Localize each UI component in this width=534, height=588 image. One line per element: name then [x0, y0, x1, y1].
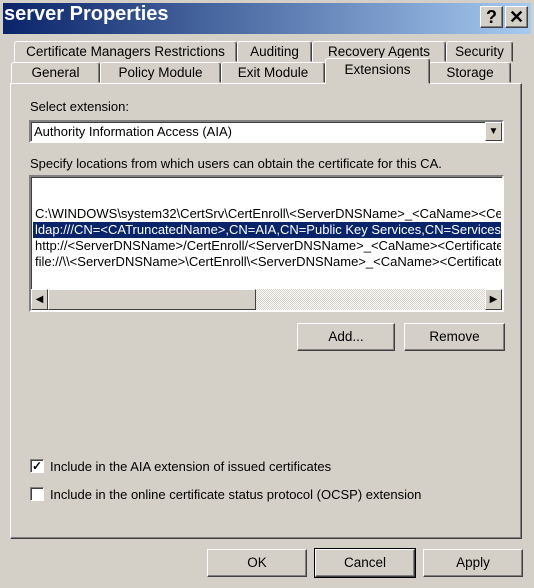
include-ocsp-checkbox[interactable] [30, 487, 44, 501]
tab-general[interactable]: General [11, 62, 100, 83]
ok-button[interactable]: OK [207, 549, 307, 577]
window-title: server Properties [4, 3, 169, 25]
description-text: Specify locations from which users can o… [30, 156, 442, 171]
close-button[interactable]: ✕ [505, 6, 528, 28]
tab-auditing[interactable]: Auditing [237, 41, 312, 62]
tab-certificate-managers-restrictions[interactable]: Certificate Managers Restrictions [14, 41, 237, 62]
list-item[interactable]: C:\WINDOWS\system32\CertSrv\CertEnroll\<… [33, 206, 501, 222]
list-item[interactable]: ldap:///CN=<CATruncatedName>,CN=AIA,CN=P… [33, 222, 501, 238]
include-ocsp-label: Include in the online certificate status… [50, 487, 422, 502]
extension-select-value: Authority Information Access (AIA) [34, 124, 232, 139]
tab-storage[interactable]: Storage [429, 62, 511, 83]
extension-select[interactable]: Authority Information Access (AIA) ▼ [29, 120, 504, 143]
include-aia-checkbox[interactable]: ✓ [30, 459, 44, 473]
help-button[interactable]: ? [480, 6, 503, 28]
locations-list[interactable]: C:\WINDOWS\system32\CertSrv\CertEnroll\<… [29, 175, 504, 312]
chevron-down-icon[interactable]: ▼ [485, 122, 502, 141]
tab-policy-module[interactable]: Policy Module [100, 62, 221, 83]
list-item[interactable]: file://\\<ServerDNSName>\CertEnroll\<Ser… [33, 254, 501, 270]
scrollbar-thumb[interactable] [48, 289, 256, 310]
add-button[interactable]: Add... [297, 323, 395, 351]
scroll-left-icon[interactable]: ◀ [31, 289, 48, 310]
scroll-right-icon[interactable]: ▶ [485, 289, 502, 310]
tab-extensions[interactable]: Extensions [325, 58, 430, 84]
cancel-button[interactable]: Cancel [314, 548, 416, 578]
apply-button[interactable]: Apply [423, 549, 523, 577]
horizontal-scrollbar[interactable]: ◀ ▶ [31, 289, 502, 310]
select-extension-label: Select extension: [30, 99, 130, 114]
remove-button[interactable]: Remove [404, 323, 505, 351]
tab-exit-module[interactable]: Exit Module [221, 62, 325, 83]
tab-security[interactable]: Security [446, 41, 513, 62]
list-item[interactable]: http://<ServerDNSName>/CertEnroll/<Serve… [33, 238, 501, 254]
include-aia-label: Include in the AIA extension of issued c… [50, 459, 332, 474]
